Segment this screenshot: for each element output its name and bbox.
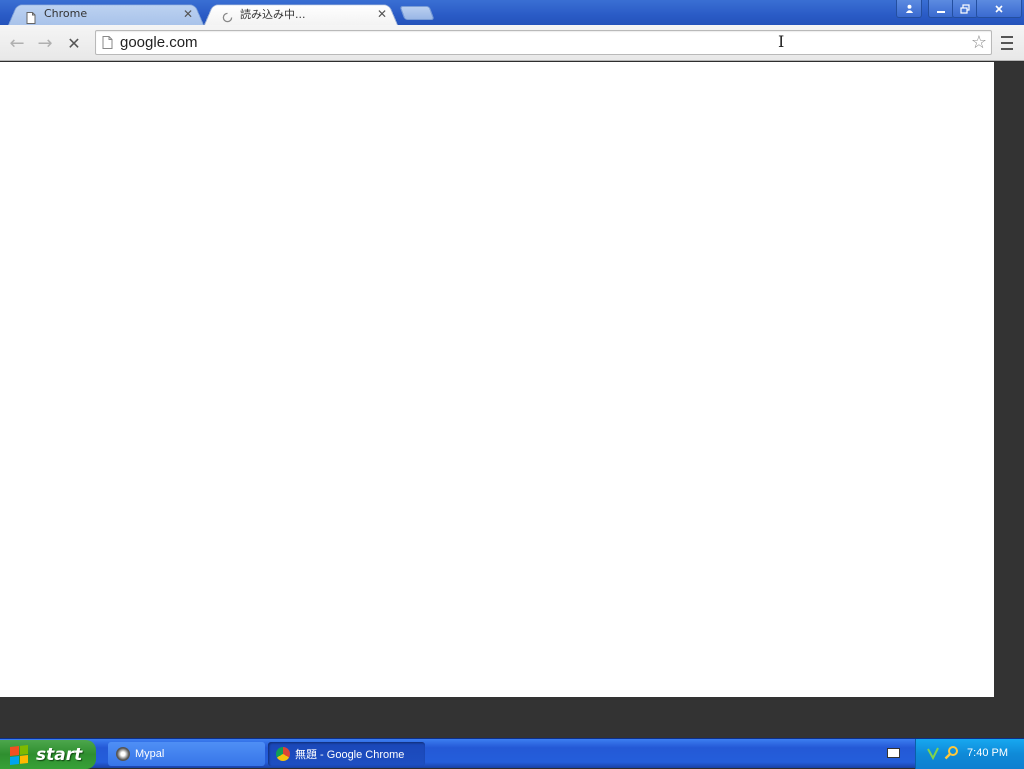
windows-logo-icon [10, 744, 28, 765]
taskbar-item-label: 無題 - Google Chrome [295, 749, 405, 761]
address-bar[interactable]: ☆ [95, 30, 992, 55]
hamburger-menu-icon [1001, 36, 1013, 38]
chrome-icon [276, 747, 290, 761]
system-tray: 7:40 PM [915, 739, 1024, 769]
taskbar-item-label: Mypal [135, 748, 165, 760]
mypal-icon [116, 747, 130, 761]
window-background-bottom [0, 697, 994, 738]
tab-label: Chrome [44, 7, 88, 20]
taskbar: start Mypal 無題 - Google Chrome 7:40 PM [0, 738, 1024, 769]
tab-close-icon[interactable]: ✕ [182, 7, 194, 21]
tab-chrome[interactable]: Chrome ✕ [8, 2, 204, 25]
restore-button[interactable] [952, 0, 978, 18]
back-button[interactable]: ← [6, 32, 28, 54]
start-button[interactable]: start [0, 740, 96, 769]
minimize-icon [937, 10, 945, 13]
user-button[interactable] [896, 0, 922, 18]
page-icon [102, 36, 113, 49]
url-input[interactable] [120, 33, 960, 52]
page-icon [26, 11, 36, 24]
close-button[interactable] [976, 0, 1022, 18]
forward-arrow-icon: → [37, 32, 53, 54]
back-arrow-icon: ← [9, 32, 25, 54]
loading-spinner-icon [222, 12, 233, 22]
clock[interactable]: 7:40 PM [967, 747, 1008, 759]
menu-button[interactable] [998, 34, 1016, 52]
keyboard-icon[interactable] [887, 748, 900, 758]
text-cursor-icon: I [778, 32, 785, 51]
tab-close-icon[interactable]: ✕ [376, 7, 388, 21]
stop-icon: ✕ [67, 33, 81, 53]
minimize-button[interactable] [928, 0, 954, 18]
search-icon[interactable] [944, 745, 959, 760]
close-icon [995, 4, 1003, 13]
user-icon [905, 4, 913, 13]
bookmark-star-icon[interactable]: ☆ [971, 32, 987, 53]
stop-button[interactable]: ✕ [63, 32, 85, 54]
restore-icon [960, 3, 970, 14]
taskbar-item-chrome[interactable]: 無題 - Google Chrome [268, 742, 425, 766]
tab-label: 読み込み中... [240, 7, 306, 21]
start-label: start [36, 744, 83, 765]
page-content[interactable] [0, 62, 994, 697]
forward-button[interactable]: → [34, 32, 56, 54]
new-tab-button[interactable] [399, 6, 435, 20]
tab-loading[interactable]: 読み込み中... ✕ [204, 2, 398, 25]
tab-strip: Chrome ✕ 読み込み中... ✕ [0, 0, 1024, 25]
taskbar-item-mypal[interactable]: Mypal [108, 742, 265, 766]
browser-toolbar: ← → ✕ ☆ [0, 25, 1024, 61]
network-icon[interactable] [926, 746, 940, 760]
window-background [994, 62, 1024, 738]
